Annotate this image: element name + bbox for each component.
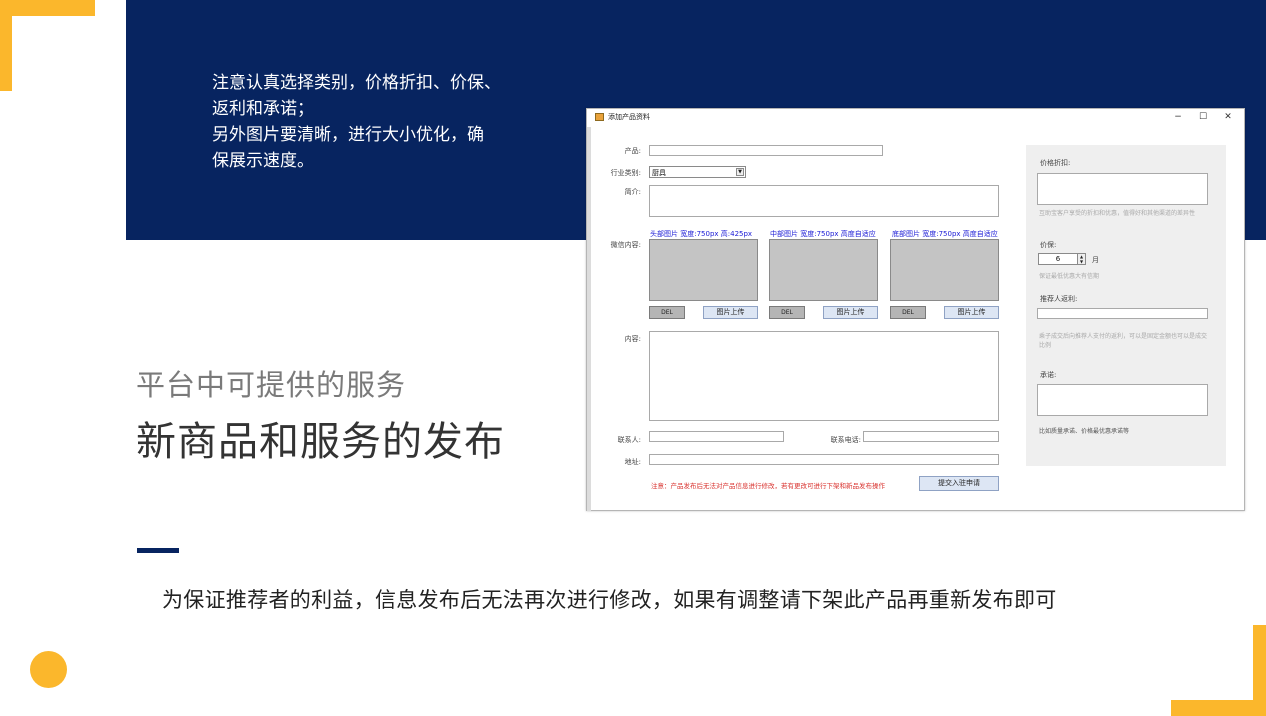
referral-hint: 乘子成交后向推荐人支付的返利，可以是固定金额也可以是成交比例 [1039,333,1208,349]
product-label: 产品: [624,147,641,155]
category-value: 厨具 [652,169,666,177]
notice-text: 注意认真选择类别，价格折扣、价保、 返利和承诺； 另外图片要清晰，进行大小优化，… [212,70,542,174]
publish-warning-note: 注意：产品发布后无法对产品信息进行修改，若有更改可进行下架和新品发布操作 [651,482,885,490]
bottom-image-label: 底部图片 宽度:750px 高度自适应 [892,230,998,238]
services-subtitle: 平台中可提供的服务 [136,368,407,402]
middle-image-label: 中部图片 宽度:750px 高度自适应 [770,230,876,238]
category-label: 行业类别: [610,169,641,177]
minimize-button[interactable]: − [1170,111,1186,124]
notice-line: 返利和承诺； [212,99,314,119]
month-label: 月 [1092,256,1099,264]
price-protect-value: 6 [1055,255,1061,263]
chevron-down-icon[interactable]: ▼ [736,168,744,176]
close-button[interactable]: ✕ [1220,111,1236,124]
header-image-upload-button[interactable]: 图片上传 [703,306,758,319]
middle-image-box[interactable] [769,239,878,301]
promise-label: 承诺: [1040,371,1057,379]
header-image-label: 头部图片 宽度:750px 高:425px [650,230,753,238]
content-textarea[interactable] [649,331,999,421]
contact-input[interactable] [649,431,784,442]
notice-line: 另外图片要清晰，进行大小优化，确 [212,125,484,145]
bottom-text: 为保证推荐者的利益，信息发布后无法再次进行修改，如果有调整请下架此产品再重新发布… [162,588,1057,612]
promise-textarea[interactable] [1037,384,1208,416]
discount-textarea[interactable] [1037,173,1208,205]
address-label: 地址: [624,458,641,466]
bottom-image-box[interactable] [890,239,999,301]
accent-bar [137,548,179,553]
header-image-del-button[interactable]: DEL [649,306,685,319]
intro-textarea[interactable] [649,185,999,217]
window-title: 添加产品资料 [608,113,650,121]
side-panel: 价格折扣: 互助宝客户享受的折扣和优惠，值得好和其他渠道的差异性 价保: 6 ▲… [1026,145,1226,466]
discount-hint: 互助宝客户享受的折扣和优惠，值得好和其他渠道的差异性 [1039,210,1196,217]
window-titlebar: 添加产品资料 − ☐ ✕ [587,109,1244,127]
wechat-content-label: 微信内容: [610,241,641,249]
product-input[interactable] [649,145,883,156]
promise-hint: 比如质量承诺、价格最优惠承诺等 [1039,428,1130,435]
submit-application-button[interactable]: 提交入驻申请 [919,476,999,491]
contact-label: 联系人: [617,436,641,444]
price-protect-stepper[interactable]: 6 ▲ ▼ [1038,253,1086,265]
header-image-box[interactable] [649,239,758,301]
add-product-window: 添加产品资料 − ☐ ✕ 产品: 行业类别: 厨具 ▼ 简介: 微信内容: 头部… [586,108,1245,511]
corner-accent-top-left-vertical [0,0,12,91]
phone-label: 联系电话: [830,436,861,444]
services-title: 新商品和服务的发布 [136,419,505,465]
phone-input[interactable] [863,431,999,442]
address-input[interactable] [649,454,999,465]
app-icon [595,113,604,121]
discount-label: 价格折扣: [1040,159,1071,167]
notice-line: 保展示速度。 [212,151,314,171]
price-protect-hint: 保证最低优惠大有信期 [1039,273,1100,280]
maximize-button[interactable]: ☐ [1195,111,1211,124]
content-label: 内容: [624,335,641,343]
notice-line: 注意认真选择类别，价格折扣、价保、 [212,73,501,93]
corner-accent-bottom-right-horizontal [1171,700,1266,716]
intro-label: 简介: [624,188,641,196]
stepper-arrows-icon[interactable]: ▲ ▼ [1077,254,1085,264]
bottom-image-upload-button[interactable]: 图片上传 [944,306,999,319]
bottom-image-del-button[interactable]: DEL [890,306,926,319]
middle-image-del-button[interactable]: DEL [769,306,805,319]
referral-input[interactable] [1037,308,1208,319]
referral-label: 推荐人返利: [1040,295,1078,303]
corner-accent-top-left-horizontal [0,0,95,16]
price-protect-label: 价保: [1040,241,1057,249]
middle-image-upload-button[interactable]: 图片上传 [823,306,878,319]
category-select[interactable]: 厨具 ▼ [649,166,746,178]
window-left-edge [587,127,591,511]
decorative-circle [30,651,67,688]
